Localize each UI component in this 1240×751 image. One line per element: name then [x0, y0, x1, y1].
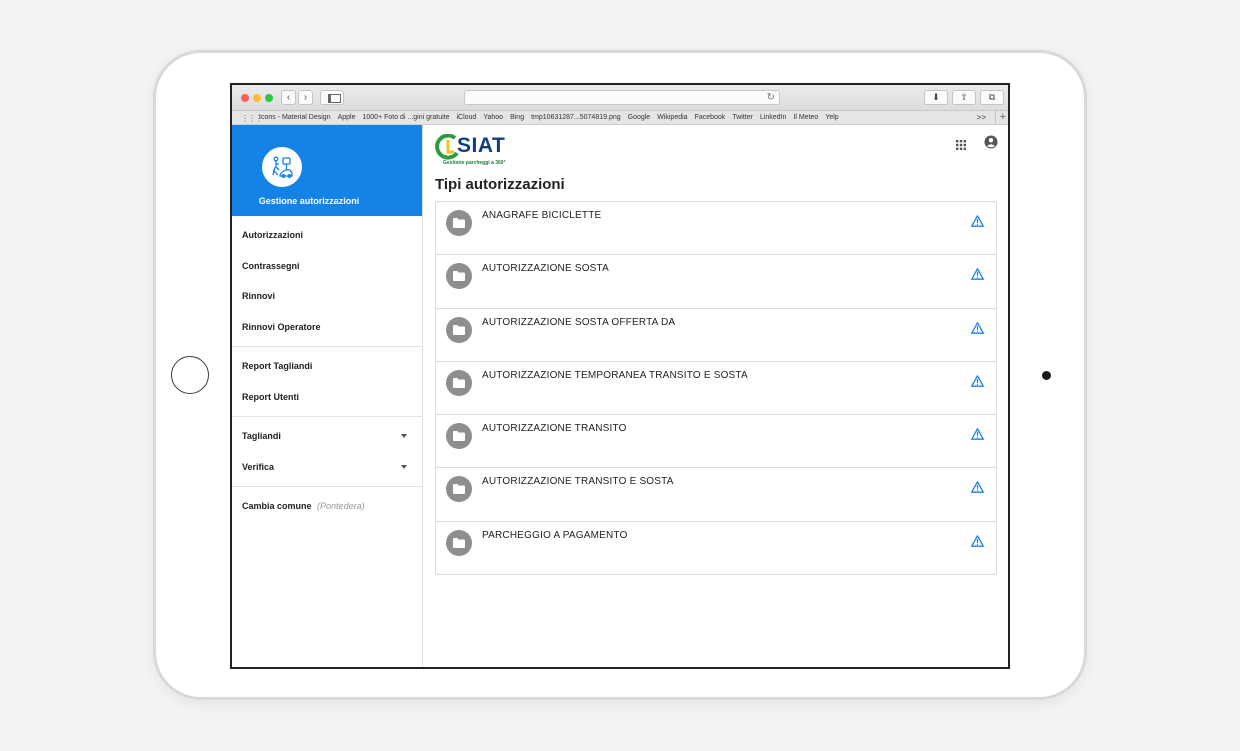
download-icon[interactable]: ⬇ [924, 90, 948, 105]
chevron-down-icon [401, 464, 407, 469]
bookmark-item[interactable]: Twitter [732, 114, 753, 121]
page-title: Tipi autorizzazioni [435, 176, 565, 193]
bookmarks-list: Icons - Material Design Apple 1000+ Foto d… [259, 111, 846, 125]
account-circle-icon[interactable] [984, 135, 998, 154]
sidebar: Gestione autorizzazioni Autorizzazioni C… [232, 125, 423, 667]
menu-group-comune: Cambia comune (Pontedera) [232, 487, 422, 526]
current-comune: (Pontedera) [317, 501, 365, 511]
bookmark-item[interactable]: Icons - Material Design [259, 114, 331, 121]
bookmark-item[interactable]: iCloud [456, 114, 476, 121]
bookmark-item[interactable]: Il Meteo [793, 114, 818, 121]
bookmark-item[interactable]: Google [628, 114, 651, 121]
sidebar-item-rinnovi[interactable]: Rinnovi [232, 281, 422, 312]
menu-group-main: Autorizzazioni Contrassegni Rinnovi Rinn… [232, 216, 422, 347]
sidebar-item-verifica[interactable]: Verifica [232, 452, 422, 483]
sidebar-toggle-icon[interactable] [320, 90, 344, 105]
share-icon[interactable]: ⇧ [952, 90, 976, 105]
warning-triangle-icon[interactable] [971, 267, 984, 285]
list-item[interactable]: ANAGRAFE BICICLETTE [436, 202, 996, 256]
bookmarks-bar: ⋮⋮⋮ Icons - Material Design Apple 1000+ Fo… [232, 111, 1008, 125]
list-item-label: AUTORIZZAZIONE SOSTA [482, 263, 609, 275]
warning-triangle-icon[interactable] [971, 214, 984, 232]
sidebar-header: Gestione autorizzazioni [232, 125, 422, 216]
folder-icon [446, 423, 472, 450]
brand-tagline: Gestione parcheggi a 360° [443, 160, 506, 166]
authorization-types-list: ANAGRAFE BICICLETTE AUTORIZZAZIONE SOSTA A… [435, 201, 997, 575]
sidebar-item-report-utenti[interactable]: Report Utenti [232, 382, 422, 413]
new-tab-button[interactable]: + [994, 111, 1006, 124]
main-content: SIAT Gestione parcheggi a 360° Tipi auto… [424, 125, 1008, 667]
menu-group-expandable: Tagliandi Verifica [232, 417, 422, 487]
folder-icon [446, 210, 472, 236]
warning-triangle-icon[interactable] [971, 321, 984, 339]
bookmark-item[interactable]: 1000+ Foto di ...gini gratuite [363, 114, 450, 121]
list-item-label: AUTORIZZAZIONE TRANSITO [482, 423, 627, 435]
sidebar-title: Gestione autorizzazioni [258, 196, 360, 206]
sidebar-item-rinnovi-operatore[interactable]: Rinnovi Operatore [232, 312, 422, 343]
sidebar-item-label: Tagliandi [242, 431, 281, 441]
siat-logo[interactable]: SIAT Gestione parcheggi a 360° [435, 133, 525, 169]
warning-triangle-icon[interactable] [971, 374, 984, 392]
url-bar[interactable]: ↻ [464, 90, 780, 105]
close-window-button[interactable] [241, 94, 249, 102]
bookmark-item[interactable]: Yahoo [483, 114, 503, 121]
warning-triangle-icon[interactable] [971, 534, 984, 552]
app: Gestione autorizzazioni Autorizzazioni C… [232, 125, 1008, 667]
menu-group-report: Report Tagliandi Report Utenti [232, 347, 422, 417]
bookmark-item[interactable]: Wikipedia [657, 114, 687, 121]
home-button[interactable] [171, 356, 209, 394]
warning-triangle-icon[interactable] [971, 480, 984, 498]
list-item-label: ANAGRAFE BICICLETTE [482, 210, 602, 221]
parking-person-icon [262, 147, 302, 187]
folder-icon [446, 263, 472, 290]
list-item[interactable]: AUTORIZZAZIONE TRANSITO [436, 415, 996, 469]
bookmark-item[interactable]: Facebook [695, 114, 726, 121]
sidebar-item-cambia-comune[interactable]: Cambia comune (Pontedera) [232, 491, 422, 522]
tabs-overview-icon[interactable]: ⧉ [980, 90, 1004, 105]
screen: ‹ › ↻ ⬇ ⇧ ⧉ ⋮⋮⋮ Icons - Material Design A… [230, 83, 1010, 669]
warning-triangle-icon[interactable] [971, 427, 984, 445]
back-button[interactable]: ‹ [281, 90, 296, 105]
chevron-down-icon [401, 434, 407, 438]
apps-grid-icon[interactable] [956, 137, 966, 155]
sidebar-item-contrassegni[interactable]: Contrassegni [232, 251, 422, 282]
list-item[interactable]: AUTORIZZAZIONE TEMPORANEA TRANSITO E SOS… [436, 362, 996, 416]
list-item[interactable]: AUTORIZZAZIONE SOSTA OFFERTA DA [436, 309, 996, 362]
list-item-label: AUTORIZZAZIONE TRANSITO E SOSTA [482, 476, 674, 488]
browser-toolbar: ‹ › ↻ ⬇ ⇧ ⧉ [232, 85, 1008, 111]
sidebar-item-tagliandi[interactable]: Tagliandi [232, 421, 422, 452]
cambia-comune-label: Cambia comune [242, 501, 312, 511]
reload-icon[interactable]: ↻ [767, 91, 775, 104]
zoom-window-button[interactable] [265, 94, 273, 102]
sidebar-item-autorizzazioni[interactable]: Autorizzazioni [232, 220, 422, 251]
minimize-window-button[interactable] [253, 94, 261, 102]
bookmark-item[interactable]: LinkedIn [760, 114, 786, 121]
forward-button[interactable]: › [298, 90, 313, 105]
list-item-label: PARCHEGGIO A PAGAMENTO [482, 529, 628, 541]
list-item-label: AUTORIZZAZIONE SOSTA OFFERTA DA [482, 316, 676, 328]
sidebar-item-report-tagliandi[interactable]: Report Tagliandi [232, 351, 422, 382]
bookmark-item[interactable]: Bing [510, 114, 524, 121]
bookmark-item[interactable]: Yelp [825, 114, 838, 121]
folder-icon [446, 316, 472, 343]
sidebar-item-label: Verifica [242, 461, 275, 472]
front-camera [1042, 371, 1051, 380]
folder-icon [446, 476, 472, 503]
list-item[interactable]: AUTORIZZAZIONE SOSTA [436, 255, 996, 309]
list-item-label: AUTORIZZAZIONE TEMPORANEA TRANSITO E SOS… [482, 369, 748, 381]
folder-icon [446, 369, 472, 396]
list-item[interactable]: AUTORIZZAZIONE TRANSITO E SOSTA [436, 468, 996, 522]
bookmark-item[interactable]: tmp10631287...5074819.png [531, 114, 621, 121]
list-item[interactable]: PARCHEGGIO A PAGAMENTO [436, 522, 996, 575]
bookmark-item[interactable]: Apple [338, 114, 356, 121]
bookmarks-more-button[interactable]: >> [977, 111, 986, 125]
brand-name: SIAT [457, 134, 506, 157]
folder-icon [446, 529, 472, 556]
